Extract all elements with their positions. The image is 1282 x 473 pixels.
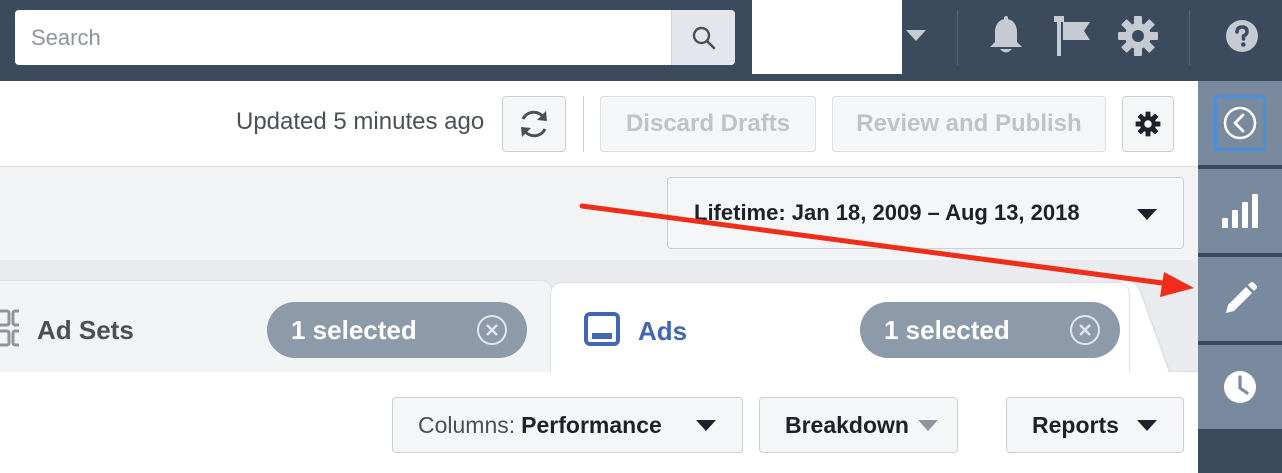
reports-label: Reports xyxy=(1032,411,1119,438)
settings-topbar-button[interactable] xyxy=(1116,14,1160,58)
help-icon xyxy=(1226,20,1258,52)
clear-selection-button[interactable] xyxy=(1070,315,1100,345)
notification-bell-icon xyxy=(990,16,1022,53)
refresh-icon xyxy=(521,110,547,138)
chevron-down-icon xyxy=(696,420,716,431)
search-icon xyxy=(692,26,715,49)
pencil-icon xyxy=(1226,282,1257,313)
account-selector[interactable] xyxy=(752,0,902,74)
gear-icon xyxy=(1135,111,1161,137)
help-button[interactable] xyxy=(1220,14,1264,58)
topbar-divider xyxy=(1189,10,1190,65)
refresh-button[interactable] xyxy=(502,96,566,152)
tab-ad-sets-label: Ad Sets xyxy=(37,315,134,345)
tab-ads-label: Ads xyxy=(638,316,688,346)
date-range-row: Lifetime: Jan 18, 2009 – Aug 13, 2018 xyxy=(0,167,1198,260)
search-box xyxy=(15,10,735,65)
breakdown-label: Breakdown xyxy=(785,411,909,438)
close-icon xyxy=(1079,324,1091,336)
clear-selection-button[interactable] xyxy=(477,315,507,345)
gear-icon xyxy=(1118,16,1158,56)
editor-settings-button[interactable] xyxy=(1122,96,1174,152)
right-rail xyxy=(1198,81,1282,473)
collapse-button[interactable] xyxy=(1214,95,1266,151)
ads-selection-pill: 1 selected xyxy=(860,302,1120,358)
date-range-picker[interactable]: Lifetime: Jan 18, 2009 – Aug 13, 2018 xyxy=(667,177,1184,249)
breakdown-dropdown[interactable]: Breakdown xyxy=(759,397,958,453)
chart-bars-icon xyxy=(1222,194,1258,228)
columns-value: Performance xyxy=(521,411,662,438)
table-controls: Columns: Performance Breakdown Reports xyxy=(0,372,1198,473)
chevron-down-icon xyxy=(1137,420,1157,431)
ad-icon xyxy=(584,312,620,346)
chevron-down-icon xyxy=(918,420,938,431)
search-button[interactable] xyxy=(671,10,735,65)
rail-history-item[interactable] xyxy=(1198,345,1282,431)
rail-footer xyxy=(1198,433,1282,473)
notifications-button[interactable] xyxy=(984,14,1028,58)
search-input[interactable] xyxy=(15,10,670,65)
reports-dropdown[interactable]: Reports xyxy=(1006,397,1184,453)
collapse-icon xyxy=(1223,106,1257,140)
rail-collapse-item[interactable] xyxy=(1198,81,1282,167)
columns-dropdown[interactable]: Columns: Performance xyxy=(392,397,743,453)
chevron-down-icon xyxy=(1137,209,1157,220)
account-dropdown-caret[interactable] xyxy=(906,30,926,41)
flag-button[interactable] xyxy=(1052,14,1096,58)
last-updated-text: Updated 5 minutes ago xyxy=(236,108,485,135)
date-range-label: Lifetime: Jan 18, 2009 – Aug 13, 2018 xyxy=(694,200,1080,225)
discard-drafts-button[interactable]: Discard Drafts xyxy=(600,96,816,152)
close-icon xyxy=(486,324,498,336)
tab-ad-sets[interactable]: Ad Sets 1 selected xyxy=(0,280,552,372)
ad-sets-selection-pill: 1 selected xyxy=(267,302,527,358)
editor-toolbar: Updated 5 minutes ago Discard Drafts Rev… xyxy=(0,81,1198,167)
tab-ads[interactable]: Ads 1 selected xyxy=(550,282,1130,373)
review-and-publish-button[interactable]: Review and Publish xyxy=(832,96,1106,152)
toolbar-divider xyxy=(583,96,584,152)
selection-count: 1 selected xyxy=(291,314,417,345)
level-tabs: Ad Sets 1 selected Ads 1 selected xyxy=(0,260,1198,373)
rail-insights-item[interactable] xyxy=(1198,169,1282,255)
columns-label: Columns: xyxy=(418,411,516,438)
topbar-divider xyxy=(957,10,958,65)
clock-icon xyxy=(1224,371,1256,403)
top-navigation-bar xyxy=(0,0,1282,81)
ad-sets-icon xyxy=(0,309,19,347)
rail-edit-item[interactable] xyxy=(1198,257,1282,343)
selection-count: 1 selected xyxy=(884,314,1010,345)
flag-icon xyxy=(1054,16,1090,56)
